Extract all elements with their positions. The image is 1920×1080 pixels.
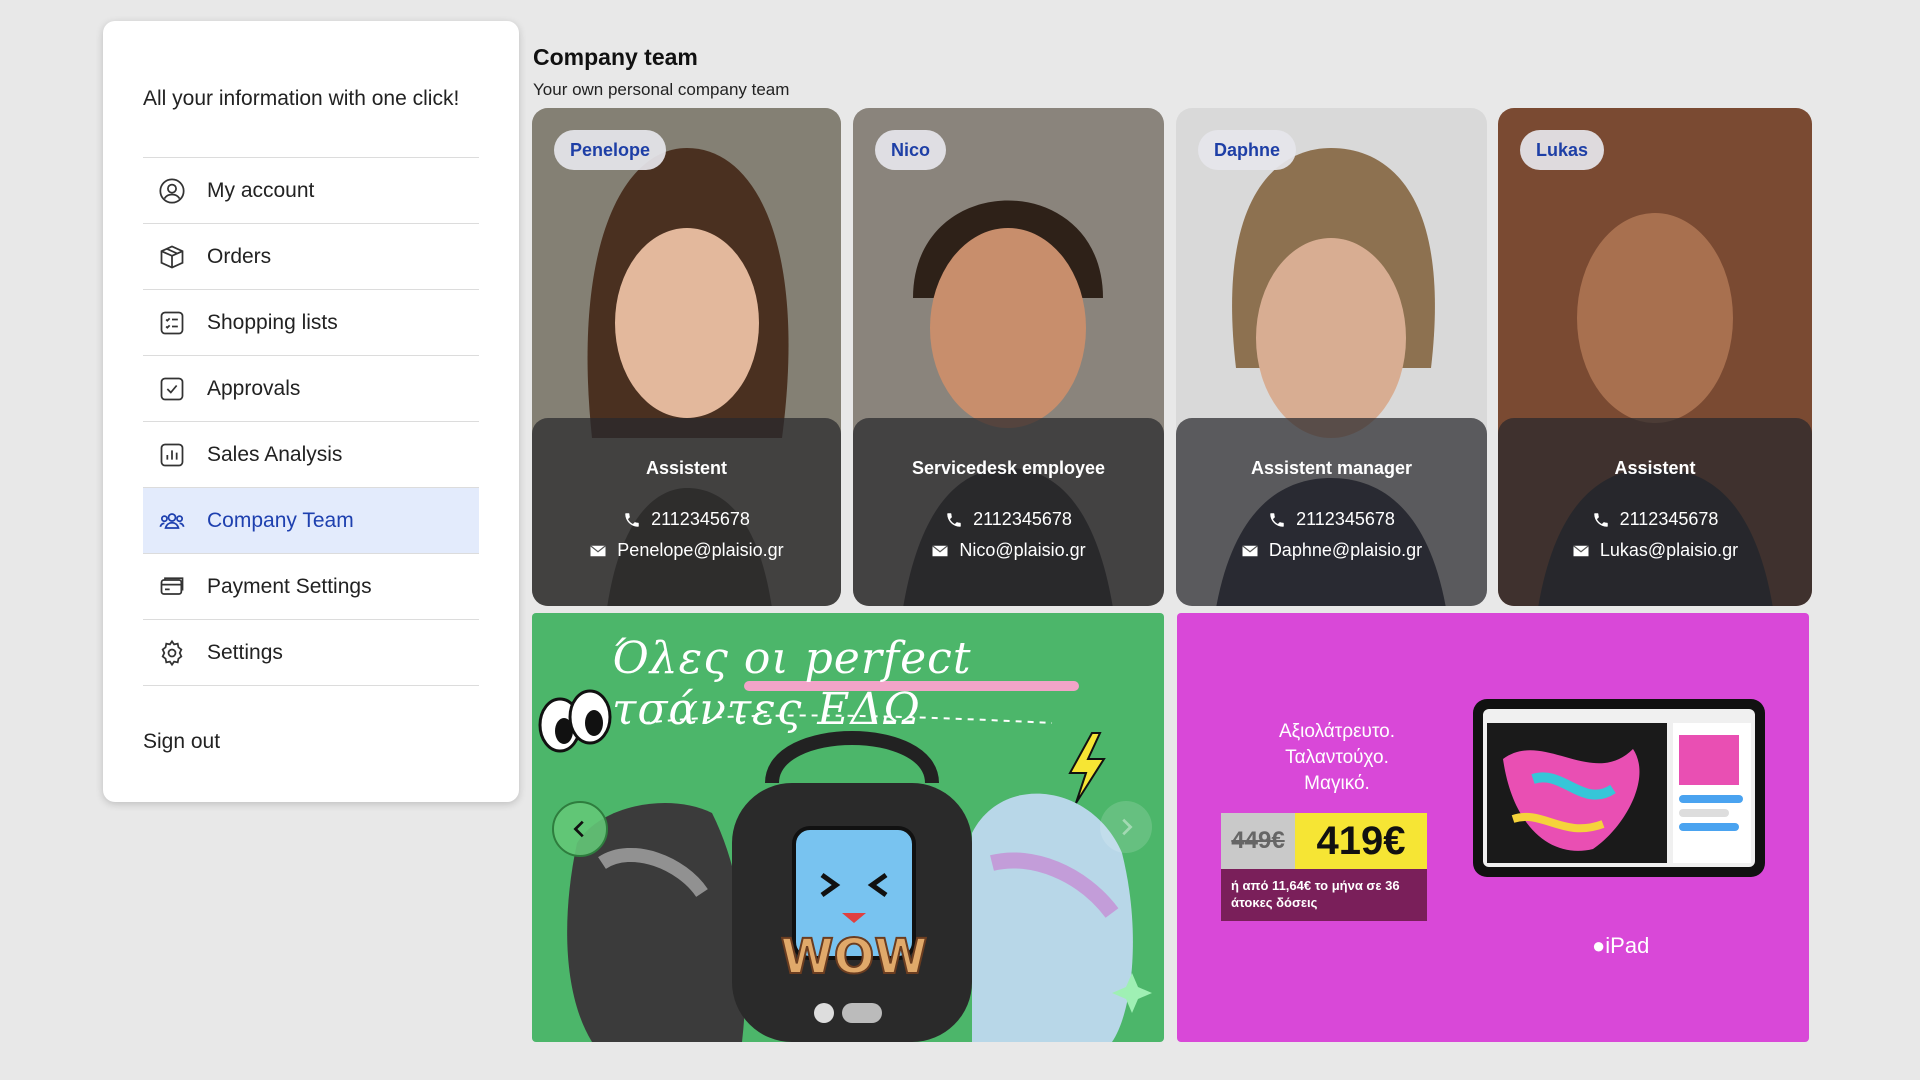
mail-icon	[589, 542, 607, 560]
mail-icon	[1572, 542, 1590, 560]
member-email[interactable]: Penelope@plaisio.gr	[532, 540, 841, 561]
bar-chart-icon	[155, 438, 189, 472]
backpacks-promo-banner[interactable]: Όλες οι perfect τσάντες ΕΔΩ WOW	[532, 613, 1164, 1042]
team-member-card: Daphne Assistent manager 2112345678 Daph…	[1176, 108, 1487, 606]
page-title: Company team	[533, 44, 698, 70]
menu-item-my-account[interactable]: My account	[143, 158, 479, 224]
menu-item-label: Shopping lists	[207, 310, 338, 334]
apple-logo-icon: ●	[1592, 933, 1606, 958]
menu-item-company-team[interactable]: Company Team	[143, 488, 479, 554]
mail-icon	[1241, 542, 1259, 560]
mail-icon	[931, 542, 949, 560]
chevron-left-icon	[573, 820, 584, 838]
gear-icon	[155, 636, 189, 670]
member-role: Assistent	[1614, 458, 1696, 478]
slider-pagination	[814, 1003, 882, 1023]
menu-item-label: Settings	[207, 640, 283, 664]
slider-dot-active[interactable]	[842, 1003, 882, 1023]
credit-card-icon	[155, 570, 189, 604]
menu-item-settings[interactable]: Settings	[143, 620, 479, 686]
menu-item-label: Company Team	[207, 508, 354, 532]
member-name-badge: Lukas	[1520, 130, 1605, 170]
member-email[interactable]: Daphne@plaisio.gr	[1176, 540, 1487, 561]
package-icon	[155, 240, 189, 274]
member-name-badge: Daphne	[1198, 130, 1297, 170]
member-name-badge: Nico	[875, 130, 947, 170]
team-member-card: Nico Servicedesk employee 2112345678 Nic…	[853, 108, 1164, 606]
phone-icon	[623, 511, 641, 529]
chevron-right-icon	[1122, 818, 1133, 836]
page-subtitle: Your own personal company team	[533, 80, 790, 99]
member-name-badge: Penelope	[554, 130, 667, 170]
menu-item-sales-analysis[interactable]: Sales Analysis	[143, 422, 479, 488]
member-role: Assistent manager	[1250, 458, 1413, 478]
product-label: ●iPad	[1592, 933, 1650, 958]
checkbox-icon	[155, 372, 189, 406]
banner-badge: WOW	[781, 929, 928, 985]
menu-item-approvals[interactable]: Approvals	[143, 356, 479, 422]
phone-icon	[1268, 511, 1286, 529]
account-sidebar: All your information with one click! My …	[103, 21, 519, 802]
slider-dot[interactable]	[814, 1003, 834, 1023]
sidebar-intro: All your information with one click!	[143, 87, 460, 110]
price-box: 449€ 419€ ή από 11,64€ το μήνα σε 36 άτο…	[1221, 813, 1427, 921]
account-menu: My account Orders Shopping lists Approva…	[143, 157, 479, 686]
team-member-card: Penelope Assistent 2112345678 Penelope@p…	[532, 108, 841, 606]
menu-item-label: Orders	[207, 244, 272, 268]
menu-item-label: Approvals	[207, 376, 301, 400]
member-role: Assistent	[645, 458, 728, 478]
team-icon	[155, 504, 189, 538]
menu-item-shopping-lists[interactable]: Shopping lists	[143, 290, 479, 356]
member-phone[interactable]: 2112345678	[1498, 509, 1812, 530]
sign-out-link[interactable]: Sign out	[143, 730, 479, 754]
member-email[interactable]: Nico@plaisio.gr	[853, 540, 1164, 561]
menu-item-label: Sales Analysis	[207, 442, 343, 466]
user-circle-icon	[155, 174, 189, 208]
list-icon	[155, 306, 189, 340]
installment-text: ή από 11,64€ το μήνα σε 36 άτοκες δόσεις	[1221, 869, 1427, 921]
member-phone[interactable]: 2112345678	[853, 509, 1164, 530]
slider-next-button[interactable]	[1100, 801, 1152, 853]
phone-icon	[1592, 511, 1610, 529]
old-price: 449€	[1221, 813, 1295, 869]
menu-item-orders[interactable]: Orders	[143, 224, 479, 290]
menu-item-label: Payment Settings	[207, 574, 372, 598]
menu-item-payment-settings[interactable]: Payment Settings	[143, 554, 479, 620]
member-info-panel: Assistent 2112345678 Lukas@plaisio.gr	[1498, 418, 1812, 606]
ipad-device-image	[1473, 699, 1765, 877]
member-role: Servicedesk employee	[911, 458, 1106, 478]
member-info-panel: Servicedesk employee 2112345678 Nico@pla…	[853, 418, 1164, 606]
menu-item-label: My account	[207, 178, 315, 202]
ipad-promo-banner[interactable]: Αξιολάτρευτο. Ταλαντούχο. Μαγικό. 449€ 4…	[1177, 613, 1809, 1042]
new-price: 419€	[1295, 813, 1427, 869]
team-member-card: Lukas Assistent 2112345678 Lukas@plaisio…	[1498, 108, 1812, 606]
member-info-panel: Assistent 2112345678 Penelope@plaisio.gr	[532, 418, 841, 606]
member-phone[interactable]: 2112345678	[1176, 509, 1487, 530]
phone-icon	[945, 511, 963, 529]
backpacks-illustration: WOW	[538, 689, 1152, 1042]
member-phone[interactable]: 2112345678	[532, 509, 841, 530]
member-email[interactable]: Lukas@plaisio.gr	[1498, 540, 1812, 561]
slider-prev-button[interactable]	[552, 801, 608, 857]
member-info-panel: Assistent manager 2112345678 Daphne@plai…	[1176, 418, 1487, 606]
banner-tagline: Αξιολάτρευτο. Ταλαντούχο. Μαγικό.	[1278, 721, 1396, 794]
